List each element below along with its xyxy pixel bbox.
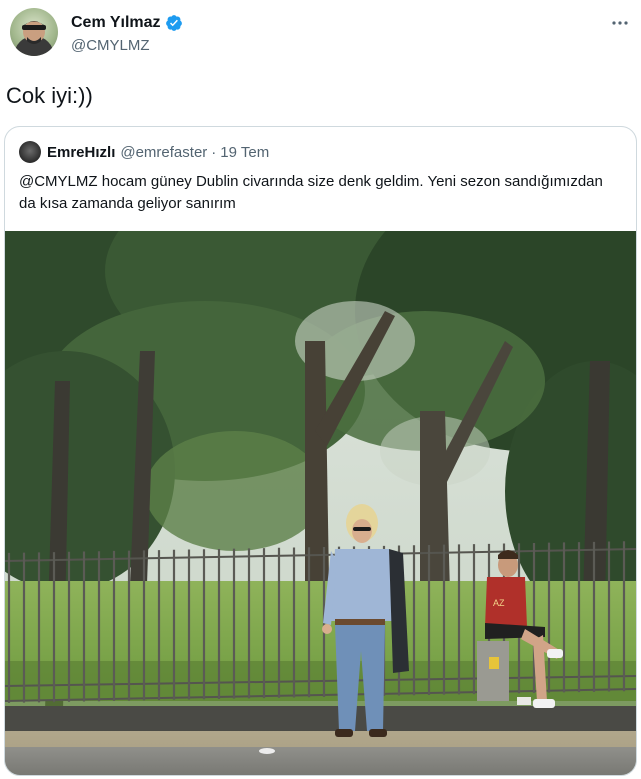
verified-badge-icon (165, 15, 182, 31)
author-name-row[interactable]: Cem Yılmaz (71, 14, 183, 32)
author-avatar[interactable] (10, 8, 58, 56)
quoted-tweet-text: @CMYLMZ hocam güney Dublin civarında siz… (19, 173, 603, 212)
quoted-author-handle[interactable]: @emrefaster (120, 144, 207, 161)
tweet-header: Cem Yılmaz @CMYLMZ (0, 0, 641, 70)
dot-separator: · (211, 143, 217, 161)
quoted-tweet-photo[interactable]: AZ (5, 161, 636, 775)
quoted-tweet-date[interactable]: 19 Tem (220, 144, 269, 161)
more-options-button[interactable] (609, 12, 631, 34)
quoted-tweet-card[interactable]: EmreHızlı @emrefaster · 19 Tem @CMYLMZ h… (4, 126, 637, 776)
svg-text:AZ: AZ (493, 598, 505, 608)
author-handle[interactable]: @CMYLMZ (71, 37, 150, 54)
tweet-text: Cok iyi:)) (6, 83, 93, 108)
quoted-author-name[interactable]: EmreHızlı (47, 144, 115, 161)
author-name[interactable]: Cem Yılmaz (71, 14, 161, 32)
quoted-author-avatar[interactable] (19, 141, 41, 163)
more-options-icon (612, 21, 628, 25)
quoted-tweet-header: EmreHızlı @emrefaster · 19 Tem (19, 141, 269, 163)
